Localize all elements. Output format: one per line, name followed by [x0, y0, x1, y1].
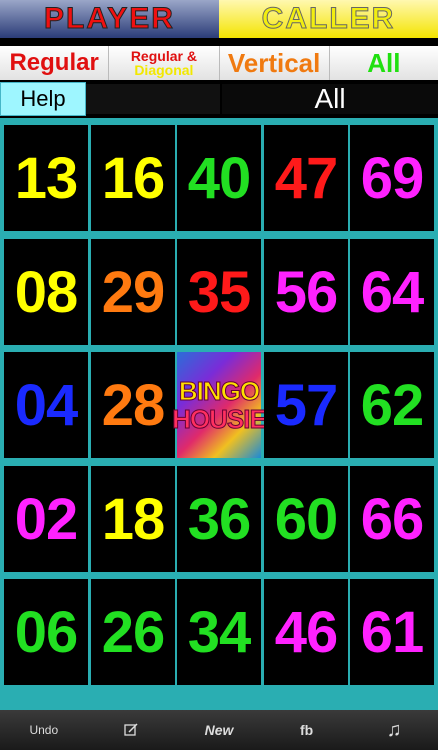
bingo-cell[interactable]: 16: [91, 125, 175, 231]
facebook-button[interactable]: fb: [263, 710, 351, 750]
mode-vertical[interactable]: Vertical: [219, 46, 330, 80]
edit-icon: [124, 723, 138, 736]
bingo-cell[interactable]: 35: [177, 239, 261, 345]
bingo-cell[interactable]: 64: [350, 239, 434, 345]
bottom-toolbar: Undo New fb ♫: [0, 710, 438, 750]
mode-regular-diagonal[interactable]: Regular & Diagonal: [109, 46, 220, 80]
bingo-cell[interactable]: 06: [4, 579, 88, 685]
bingo-cell[interactable]: 69: [350, 125, 434, 231]
undo-button[interactable]: Undo: [0, 710, 88, 750]
logo-line2: HOUSIE: [172, 404, 268, 434]
info-area: [86, 84, 220, 114]
tab-player[interactable]: PLAYER: [0, 0, 219, 38]
bingo-card: 13 16 40 47 69 08 29 35 56 64 04 28 BINGO HOUSIE 57 62 0…: [0, 118, 438, 710]
music-note-icon: ♫: [386, 718, 402, 741]
bingo-cell[interactable]: 47: [264, 125, 348, 231]
bingo-cell[interactable]: 08: [4, 239, 88, 345]
bingo-cell[interactable]: 46: [264, 579, 348, 685]
bingo-cell[interactable]: 26: [91, 579, 175, 685]
free-space-logo[interactable]: BINGO HOUSIE: [172, 352, 267, 458]
bingo-cell[interactable]: 28: [91, 352, 175, 458]
mode-diag-line2: Diagonal: [134, 62, 194, 78]
bingo-cell[interactable]: 13: [4, 125, 88, 231]
tab-caller[interactable]: CALLER: [219, 0, 438, 38]
bingo-cell[interactable]: 61: [350, 579, 434, 685]
bingo-cell[interactable]: 56: [264, 239, 348, 345]
bingo-cell[interactable]: 62: [350, 352, 434, 458]
bingo-cell[interactable]: 29: [91, 239, 175, 345]
top-tabs: PLAYER CALLER: [0, 0, 438, 40]
bingo-cell[interactable]: 66: [350, 466, 434, 572]
mode-all[interactable]: All: [329, 46, 438, 80]
bingo-cell[interactable]: 60: [264, 466, 348, 572]
info-bar: Help All: [0, 82, 438, 116]
music-button[interactable]: ♫: [350, 710, 438, 750]
mode-bar: Regular Regular & Diagonal Vertical All: [0, 46, 438, 80]
bingo-cell[interactable]: 02: [4, 466, 88, 572]
mode-diag-line1: Regular &: [130, 48, 197, 64]
selected-mode-label: All: [222, 83, 438, 114]
bingo-cell[interactable]: 57: [264, 352, 348, 458]
bingo-cell[interactable]: 36: [177, 466, 261, 572]
help-button[interactable]: Help: [0, 82, 86, 116]
bingo-cell[interactable]: 18: [91, 466, 175, 572]
bingo-cell[interactable]: 04: [4, 352, 88, 458]
logo-line1: BINGO: [178, 376, 260, 406]
bingo-cell[interactable]: 40: [177, 125, 261, 231]
mode-regular[interactable]: Regular: [0, 46, 110, 80]
bingo-cell[interactable]: 34: [177, 579, 261, 685]
edit-button[interactable]: [88, 710, 176, 750]
new-button[interactable]: New: [175, 710, 263, 750]
